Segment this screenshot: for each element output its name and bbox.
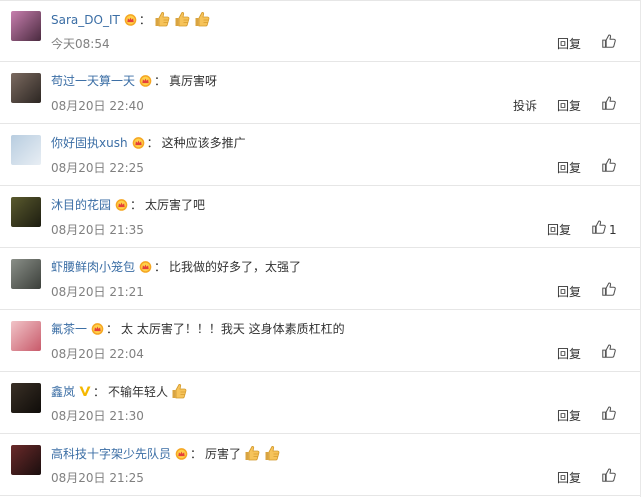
thumbs-up-emoji-icon	[153, 10, 171, 28]
avatar[interactable]	[11, 383, 41, 413]
comment-text: 这种应该多推广	[161, 136, 246, 150]
comment-line: 苟过一天算一天 ：真厉害呀	[51, 72, 217, 90]
colon: ：	[190, 447, 203, 461]
avatar[interactable]	[11, 73, 41, 103]
crown-badge-icon[interactable]	[114, 197, 129, 212]
colon: ：	[138, 13, 151, 27]
comment-line: 沐目的花园 ：太厉害了吧	[51, 196, 205, 214]
avatar[interactable]	[11, 197, 41, 227]
comment-line: Sara_DO_IT ：	[51, 10, 211, 28]
thumbs-up-emoji-icon	[193, 10, 211, 28]
reply-button[interactable]: 回复	[547, 222, 571, 238]
colon: ：	[154, 74, 167, 88]
colon: ：	[146, 136, 159, 150]
crown-badge-icon[interactable]	[131, 135, 146, 150]
avatar[interactable]	[11, 11, 41, 41]
avatar[interactable]	[11, 135, 41, 165]
comment-item: 高科技十字架少先队员 ：厉害了 08月20日 21:25 回复	[0, 434, 640, 496]
like-icon[interactable]	[601, 467, 619, 485]
comment-line: 高科技十字架少先队员 ：厉害了	[51, 444, 281, 462]
comment-item: 苟过一天算一天 ：真厉害呀 08月20日 22:40 回复 投诉	[0, 62, 640, 124]
username-link[interactable]: 虾腰鲜肉小笼包	[51, 260, 135, 274]
comment-time: 08月20日 21:30	[51, 409, 144, 423]
comment-text: 比我做的好多了，太强了	[169, 260, 302, 274]
reply-button[interactable]: 回复	[557, 346, 581, 362]
comment-text: 厉害了	[205, 447, 242, 461]
like-icon[interactable]	[601, 157, 619, 175]
crown-badge-icon[interactable]	[90, 321, 105, 336]
like-icon[interactable]	[601, 405, 619, 423]
like-count: 1	[609, 223, 617, 237]
like-icon[interactable]	[601, 343, 619, 361]
reply-button[interactable]: 回复	[557, 36, 581, 52]
like-icon[interactable]	[601, 33, 619, 51]
username-link[interactable]: 沐目的花园	[51, 198, 111, 212]
reply-button[interactable]: 回复	[557, 98, 581, 114]
comment-time: 08月20日 21:35	[51, 223, 144, 237]
thumbs-up-emoji-icon	[243, 444, 261, 462]
like-icon[interactable]	[591, 219, 609, 237]
comment-item: 虾腰鲜肉小笼包 ：比我做的好多了，太强了 08月20日 21:21 回复	[0, 248, 640, 310]
thumbs-up-emoji-icon	[173, 10, 191, 28]
username-link[interactable]: 你好固执xush	[51, 136, 128, 150]
comment-text: 真厉害呀	[169, 74, 218, 88]
colon: ：	[154, 260, 167, 274]
comment-line: 你好固执xush ：这种应该多推广	[51, 134, 246, 152]
crown-badge-icon[interactable]	[174, 446, 189, 461]
comment-item: Sara_DO_IT ： 今天08:54 回复	[0, 0, 640, 62]
comment-line: 虾腰鲜肉小笼包 ：比我做的好多了，太强了	[51, 258, 301, 276]
avatar[interactable]	[11, 445, 41, 475]
report-button[interactable]: 投诉	[513, 98, 537, 114]
like-icon[interactable]	[601, 95, 619, 113]
thumbs-up-emoji-icon	[170, 382, 188, 400]
colon: ：	[106, 322, 119, 336]
verified-v-icon[interactable]	[78, 384, 92, 398]
thumbs-up-emoji-icon	[263, 444, 281, 462]
comment-time: 今天08:54	[51, 37, 110, 51]
right-border	[640, 0, 641, 497]
username-link[interactable]: 鑫岚	[51, 385, 75, 399]
comment-item: 你好固执xush ：这种应该多推广 08月20日 22:25 回复	[0, 124, 640, 186]
username-link[interactable]: Sara_DO_IT	[51, 13, 120, 27]
crown-badge-icon[interactable]	[123, 12, 138, 27]
reply-button[interactable]: 回复	[557, 470, 581, 486]
colon: ：	[130, 198, 143, 212]
row-divider	[0, 495, 640, 496]
crown-badge-icon[interactable]	[138, 259, 153, 274]
comment-item: 沐目的花园 ：太厉害了吧 08月20日 21:35 1 回复	[0, 186, 640, 248]
colon: ：	[93, 385, 106, 399]
comment-item: 鑫岚 ：不输年轻人 08月20日 21:30 回复	[0, 372, 640, 434]
username-link[interactable]: 苟过一天算一天	[51, 74, 135, 88]
reply-button[interactable]: 回复	[557, 408, 581, 424]
comment-item: 氟茶一 ：太 太厉害了！！！我天 这身体素质杠杠的 08月20日 22:04 回复	[0, 310, 640, 372]
avatar[interactable]	[11, 321, 41, 351]
comment-line: 鑫岚 ：不输年轻人	[51, 382, 188, 400]
comment-line: 氟茶一 ：太 太厉害了！！！我天 这身体素质杠杠的	[51, 320, 345, 338]
comment-time: 08月20日 22:40	[51, 99, 144, 113]
comment-time: 08月20日 21:25	[51, 471, 144, 485]
comment-time: 08月20日 22:25	[51, 161, 144, 175]
comment-time: 08月20日 21:21	[51, 285, 144, 299]
like-icon[interactable]	[601, 281, 619, 299]
username-link[interactable]: 氟茶一	[51, 322, 87, 336]
comment-text: 太 太厉害了！！！我天 这身体素质杠杠的	[121, 322, 345, 336]
comment-text: 不输年轻人	[108, 385, 169, 399]
crown-badge-icon[interactable]	[138, 73, 153, 88]
reply-button[interactable]: 回复	[557, 160, 581, 176]
comment-list: Sara_DO_IT：今天08:54 回复 苟过一天算一天：真厉害呀 08月20日 2…	[0, 0, 644, 497]
comment-text: 太厉害了吧	[145, 198, 206, 212]
username-link[interactable]: 高科技十字架少先队员	[51, 447, 171, 461]
comment-time: 08月20日 22:04	[51, 347, 144, 361]
reply-button[interactable]: 回复	[557, 284, 581, 300]
avatar[interactable]	[11, 259, 41, 289]
